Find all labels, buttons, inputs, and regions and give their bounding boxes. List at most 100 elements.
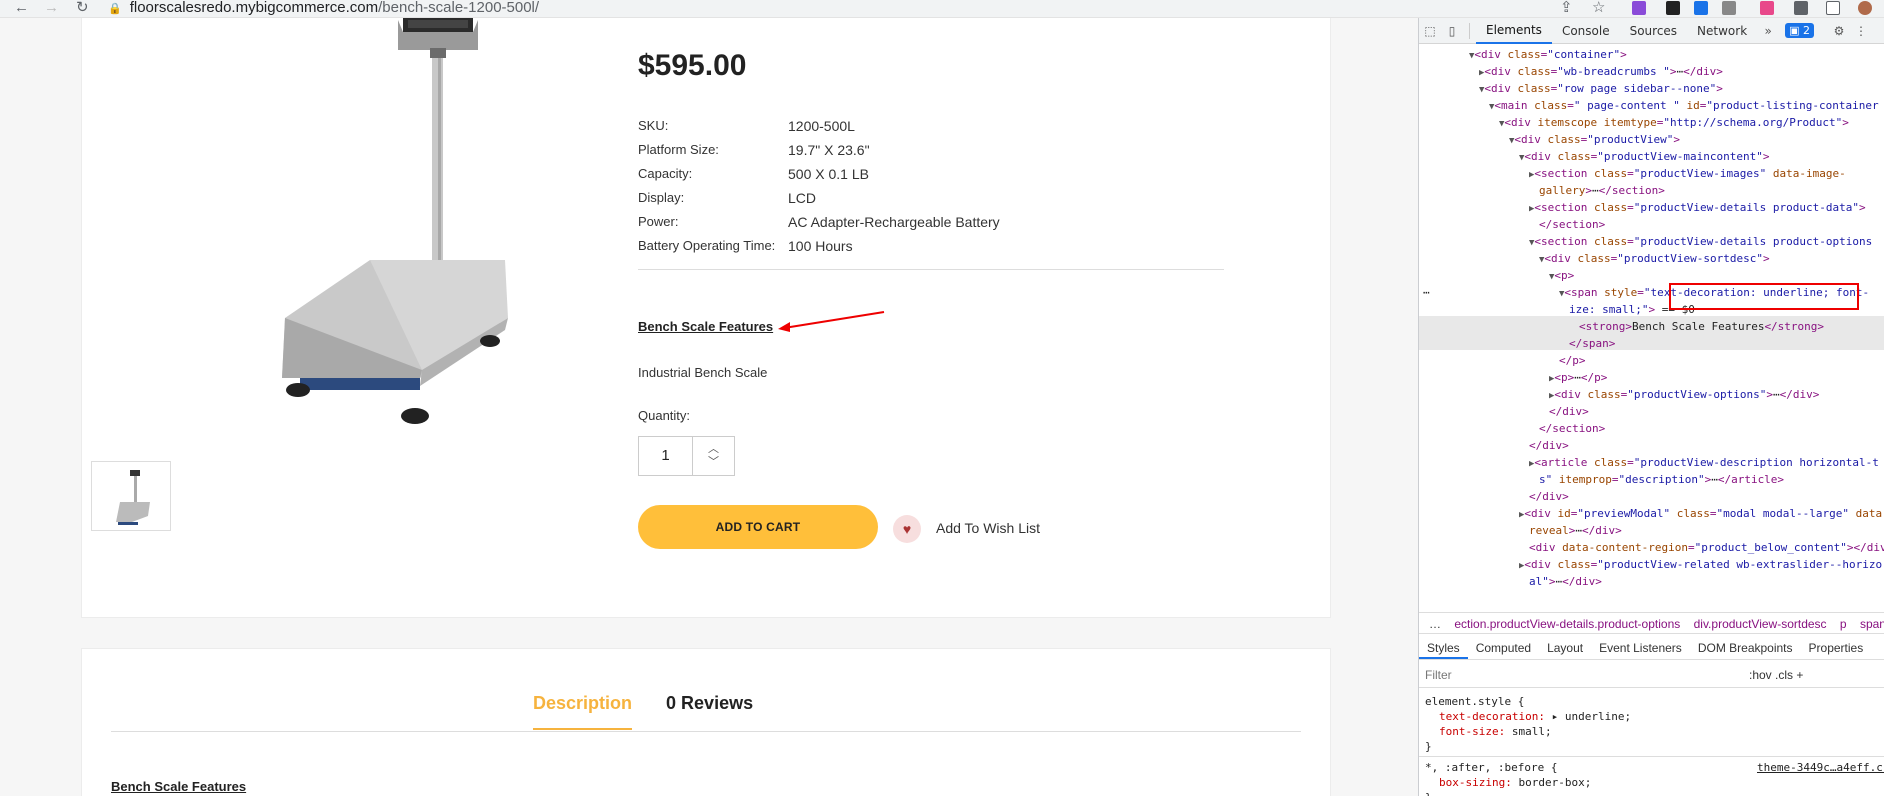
css-rule[interactable]: text-decoration: ▸ underline; bbox=[1439, 709, 1631, 724]
quantity-arrows[interactable]: ︿ ﹀ bbox=[693, 437, 734, 475]
issues-count: 2 bbox=[1803, 24, 1811, 37]
dom-node: reveal>⋯</div> bbox=[1529, 524, 1622, 537]
spec-label: Battery Operating Time: bbox=[638, 238, 776, 253]
breadcrumb-ellipsis[interactable]: … bbox=[1429, 617, 1441, 631]
add-to-cart-button[interactable]: ADD TO CART bbox=[638, 505, 878, 549]
breadcrumb-section[interactable]: ection.productView-details.product-optio… bbox=[1454, 617, 1680, 631]
spec-row-display: Display: LCD bbox=[638, 186, 1238, 210]
tab-dom-breakpoints[interactable]: DOM Breakpoints bbox=[1690, 636, 1801, 659]
dom-node: </p> bbox=[1559, 354, 1586, 367]
dom-tree: ▼<div class="container"> ▶<div class="wb… bbox=[1419, 48, 1884, 608]
dom-node: </section> bbox=[1539, 422, 1606, 435]
spec-row-sku: SKU: 1200-500L bbox=[638, 114, 1238, 138]
dom-node[interactable]: <div data-content-region="product_below_… bbox=[1529, 539, 1884, 556]
spec-label: Display: bbox=[638, 190, 685, 205]
tab-description[interactable]: Description bbox=[533, 693, 633, 730]
bookmark-star-icon[interactable]: ☆ bbox=[1592, 0, 1605, 16]
element-style-selector: element.style { bbox=[1425, 695, 1525, 708]
chevron-down-icon[interactable]: ﹀ bbox=[708, 456, 719, 469]
spec-row-platform: Platform Size: 19.7" X 23.6" bbox=[638, 138, 1238, 162]
dom-node: </span> bbox=[1569, 337, 1616, 350]
dom-node-ellipsis[interactable]: ⋯ bbox=[1423, 284, 1430, 301]
dom-node[interactable]: <strong>Bench Scale Features</strong> bbox=[1579, 318, 1824, 335]
spec-value: 100 Hours bbox=[788, 238, 853, 254]
features-heading: Bench Scale Features bbox=[638, 319, 774, 334]
browser-toolbar: ← → ↻ 🔒 floorscalesredo.mybigcommerce.com… bbox=[0, 0, 1884, 18]
css-prop: font-size: bbox=[1439, 725, 1506, 738]
breadcrumb-div[interactable]: div.productView-sortdesc bbox=[1694, 617, 1827, 631]
chevron-up-icon[interactable]: ︿ bbox=[708, 443, 719, 456]
tab-reviews[interactable]: 0 Reviews bbox=[666, 693, 753, 730]
tabs-divider bbox=[111, 731, 1301, 732]
back-icon[interactable]: ← bbox=[14, 0, 29, 16]
tab-layout[interactable]: Layout bbox=[1539, 636, 1591, 659]
css-rule[interactable]: box-sizing: border-box; bbox=[1439, 775, 1591, 790]
dom-node: </div> bbox=[1529, 439, 1569, 452]
dom-node[interactable]: ▶<div class="productView-options">⋯</div… bbox=[1549, 386, 1819, 405]
tab-properties[interactable]: Properties bbox=[1801, 636, 1872, 659]
dom-node: s" itemprop="description">⋯</article> bbox=[1539, 473, 1785, 486]
reload-icon[interactable]: ↻ bbox=[76, 0, 89, 16]
product-price: $595.00 bbox=[638, 49, 747, 82]
styles-tabs: Styles Computed Layout Event Listeners D… bbox=[1419, 636, 1884, 660]
universal-selector: *, :after, :before { bbox=[1425, 761, 1558, 774]
tab-network[interactable]: Network bbox=[1687, 18, 1757, 44]
universal-selector-row: *, :after, :before { theme-3449c…a4eff.cs… bbox=[1425, 760, 1884, 775]
stylesheet-link[interactable]: theme-3449c…a4eff.css bbox=[1757, 760, 1884, 775]
inspect-element-icon[interactable]: ⬚ bbox=[1419, 24, 1441, 38]
dom-node: gallery>⋯</section> bbox=[1539, 184, 1665, 197]
product-image[interactable] bbox=[270, 18, 520, 438]
extension-drop-icon[interactable] bbox=[1694, 1, 1708, 15]
spec-row-capacity: Capacity: 500 X 0.1 LB bbox=[638, 162, 1238, 186]
divider bbox=[638, 269, 1224, 270]
device-toolbar-icon[interactable]: ▯ bbox=[1441, 24, 1463, 38]
css-value: border-box; bbox=[1518, 776, 1592, 789]
extension-tag-icon[interactable] bbox=[1722, 1, 1736, 15]
spec-label: Power: bbox=[638, 214, 679, 229]
quantity-stepper[interactable]: 1 ︿ ﹀ bbox=[638, 436, 735, 476]
tab-computed[interactable]: Computed bbox=[1468, 636, 1539, 659]
gear-icon[interactable]: ⚙ bbox=[1828, 24, 1850, 38]
description-tabs: Description 0 Reviews bbox=[533, 693, 753, 730]
breadcrumb-p[interactable]: p bbox=[1840, 617, 1847, 631]
spec-value: LCD bbox=[788, 190, 817, 206]
add-to-wishlist-link[interactable]: Add To Wish List bbox=[936, 520, 1040, 536]
forward-icon[interactable]: → bbox=[44, 0, 59, 16]
profile-avatar[interactable] bbox=[1858, 1, 1872, 15]
sidepanel-icon[interactable] bbox=[1826, 1, 1840, 15]
quantity-label: Quantity: bbox=[638, 408, 691, 423]
annotation-arrow bbox=[778, 311, 885, 332]
tab-console[interactable]: Console bbox=[1552, 18, 1620, 44]
spec-label: Platform Size: bbox=[638, 142, 719, 157]
address-bar[interactable]: 🔒 floorscalesredo.mybigcommerce.com/bench… bbox=[108, 0, 1558, 16]
more-options-icon[interactable]: ⋮ bbox=[1850, 24, 1872, 38]
issues-badge[interactable]: ▣ 2 bbox=[1785, 23, 1815, 38]
tab-elements[interactable]: Elements bbox=[1476, 18, 1552, 44]
tab-sources[interactable]: Sources bbox=[1620, 18, 1687, 44]
extension-color-icon[interactable] bbox=[1760, 1, 1774, 15]
filter-options[interactable]: :hov .cls + bbox=[1749, 662, 1803, 688]
spec-value: AC Adapter-Rechargeable Battery bbox=[788, 214, 1000, 230]
dom-node: </section> bbox=[1539, 218, 1606, 231]
product-thumbnail[interactable] bbox=[91, 461, 171, 531]
extension-pen-icon[interactable] bbox=[1632, 1, 1646, 15]
spec-row-battery: Battery Operating Time: 100 Hours bbox=[638, 234, 1238, 258]
breadcrumb-span[interactable]: span bbox=[1860, 617, 1884, 631]
extensions-puzzle-icon[interactable] bbox=[1794, 1, 1808, 15]
share-icon[interactable]: ⇪ bbox=[1560, 0, 1573, 16]
css-rule[interactable]: font-size: small; bbox=[1439, 724, 1552, 739]
url-host: floorscalesredo.mybigcommerce.com bbox=[129, 0, 379, 16]
css-close-brace: } bbox=[1425, 740, 1432, 753]
tab-styles[interactable]: Styles bbox=[1419, 636, 1468, 659]
css-prop: box-sizing: bbox=[1439, 776, 1512, 789]
styles-filter-input[interactable]: Filter :hov .cls + bbox=[1419, 662, 1884, 688]
more-tabs-icon[interactable]: » bbox=[1757, 24, 1779, 38]
heart-icon[interactable]: ♥ bbox=[893, 515, 921, 543]
spec-row-power: Power: AC Adapter-Rechargeable Battery bbox=[638, 210, 1238, 234]
product-subtitle: Industrial Bench Scale bbox=[638, 365, 768, 380]
tab-event-listeners[interactable]: Event Listeners bbox=[1591, 636, 1690, 659]
quantity-value[interactable]: 1 bbox=[639, 437, 693, 475]
extension-qr-icon[interactable] bbox=[1666, 1, 1680, 15]
filter-placeholder: Filter bbox=[1425, 668, 1452, 682]
spec-label: Capacity: bbox=[638, 166, 693, 181]
